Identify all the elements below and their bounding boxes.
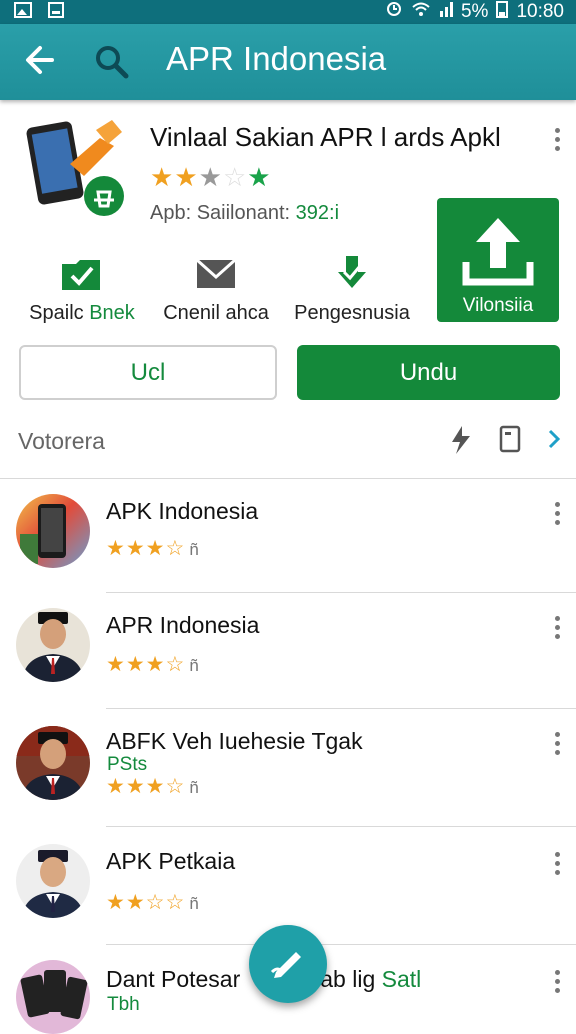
list-item-badge: ñ [189, 894, 200, 913]
upload-button[interactable]: Vilonsiia [437, 198, 559, 322]
star-icon: ★ [150, 162, 175, 192]
star-icon: ★ [247, 162, 272, 192]
wifi-icon [411, 1, 431, 23]
compose-button[interactable] [249, 925, 327, 1003]
folder-check-icon [12, 252, 152, 296]
app-meta-value: 392:i [295, 202, 340, 224]
app-icon [22, 116, 134, 226]
more-options-icon[interactable] [553, 970, 561, 996]
star-outline-icon: ☆ [222, 162, 248, 192]
action-cnenil[interactable]: Cnenil ahca [146, 252, 286, 325]
action-label-accent: Bnek [89, 302, 135, 324]
star-icon: ★ [198, 162, 223, 192]
list-item-subtitle: PSts [107, 754, 148, 775]
list-item-title-part: ab lig [320, 966, 376, 992]
list-item-stars: ★★★☆ [106, 775, 186, 798]
chevron-right-icon[interactable] [548, 427, 562, 456]
list-item-subtitle: Tbh [107, 994, 140, 1015]
battery-level: 5% [460, 1, 489, 22]
divider [106, 708, 576, 709]
divider [106, 826, 576, 827]
app-meta: Apb: Saiilonant: 392:i [150, 202, 339, 225]
upload-icon [460, 218, 536, 292]
card-icon[interactable] [498, 424, 522, 459]
section-title: Votorera [18, 428, 105, 454]
more-options-icon[interactable] [553, 502, 561, 528]
action-pengesnusia[interactable]: Pengesnusia [282, 252, 422, 325]
section-tools [448, 424, 562, 459]
app-meta-label: Apb: Saiilonant: [150, 202, 291, 224]
document-icon [48, 2, 64, 24]
more-options-icon[interactable] [553, 616, 561, 642]
action-spailc[interactable]: Spailc Bnek [12, 252, 152, 325]
more-options-icon[interactable] [553, 732, 561, 758]
avatar [16, 960, 90, 1034]
list-item-rating: ★★★☆ ñ [106, 774, 200, 799]
divider [0, 478, 576, 479]
pencil-icon [268, 942, 308, 987]
list-item-title-part: Dant Potesar [106, 966, 241, 992]
avatar [16, 726, 90, 800]
list-item-badge: ñ [189, 656, 200, 675]
battery-icon [496, 0, 509, 24]
list-item-stars: ★★★☆ [106, 653, 186, 676]
action-label: Pengesnusia [294, 302, 410, 324]
list-item-rating: ★★★☆ ñ [106, 652, 200, 677]
list-item-title: ABFK Veh Iuehesie Tgak [106, 728, 363, 754]
list-item-title: APK Petkaia [106, 848, 236, 874]
download-check-icon [282, 252, 422, 296]
signal-icon [439, 1, 453, 23]
avatar [16, 494, 90, 568]
list-item[interactable]: APK Petkaia ★★☆☆ ñ [0, 828, 576, 940]
star-icon: ★ [174, 162, 199, 192]
search-icon[interactable] [92, 42, 132, 82]
app-title: Vinlaal Sakian APR l ards Apkl [150, 122, 501, 152]
list-item[interactable]: APK Indonesia ★★★☆ ñ [0, 480, 576, 592]
more-options-icon[interactable] [553, 852, 561, 878]
list-item-stars: ★★☆☆ [106, 891, 186, 914]
list-item-badge: ñ [189, 540, 200, 559]
list-item-rating: ★★★☆ ñ [106, 536, 200, 561]
clock: 10:80 [516, 1, 564, 22]
list-item[interactable]: ABFK Veh Iuehesie Tgak PSts ★★★☆ ñ [0, 710, 576, 822]
app-bar: APR Indonesia [0, 24, 576, 100]
action-label: Cnenil ahca [163, 302, 269, 324]
download-button[interactable]: Undu [297, 345, 560, 400]
app-rating: ★★★☆★ [150, 162, 272, 193]
list-item-rating: ★★☆☆ ñ [106, 890, 200, 915]
page-title: APR Indonesia [166, 40, 387, 77]
divider [106, 592, 576, 593]
gallery-icon [14, 2, 32, 24]
list-item-title: APR Indonesia [106, 612, 260, 638]
list-item[interactable]: APR Indonesia ★★★☆ ñ [0, 594, 576, 706]
back-arrow-icon[interactable] [22, 40, 62, 80]
avatar [16, 608, 90, 682]
secondary-button[interactable]: Ucl [19, 345, 277, 400]
list-item-title: APK Indonesia [106, 498, 259, 524]
list-item-title-accent: Satl [381, 966, 422, 992]
list-item-stars: ★★★☆ [106, 537, 186, 560]
action-label: Spailc [29, 302, 84, 324]
flash-icon[interactable] [448, 424, 472, 459]
alarm-icon [385, 0, 403, 24]
mail-icon [146, 252, 286, 296]
avatar [16, 844, 90, 918]
list-item-badge: ñ [189, 778, 200, 797]
upload-button-label: Vilonsiia [462, 295, 534, 316]
status-bar: 5% 10:80 [0, 0, 576, 24]
divider [106, 944, 576, 945]
more-options-icon[interactable] [553, 128, 561, 154]
